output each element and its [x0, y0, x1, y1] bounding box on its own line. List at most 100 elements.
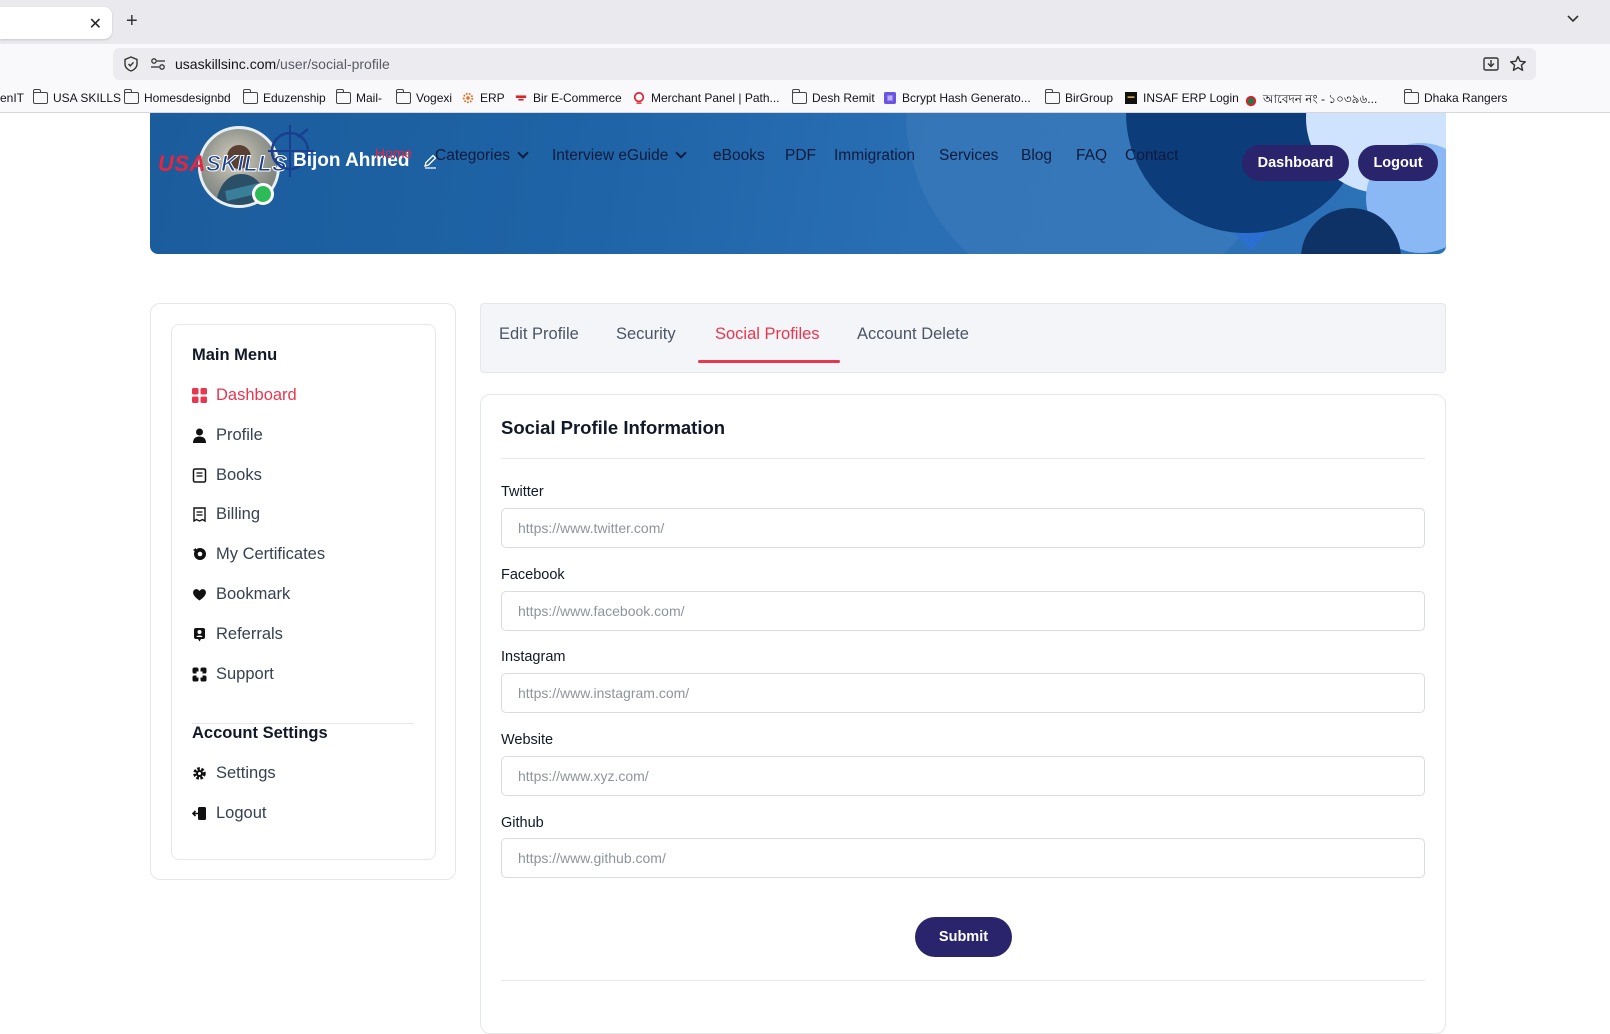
- chevron-down-icon: [675, 147, 687, 159]
- bookmark-item[interactable]: Bcrypt Hash Generato...: [883, 91, 1031, 105]
- sidebar-menu: Main Menu Dashboard Profile Books Billin…: [171, 324, 436, 860]
- bookmark-item[interactable]: Bir E-Commerce: [514, 91, 622, 105]
- bookmark-item[interactable]: INSAF ERP Login: [1124, 91, 1239, 105]
- sidebar-item-support[interactable]: Support: [192, 665, 274, 684]
- logo-usa-text: USA: [158, 151, 206, 176]
- nav-immigration[interactable]: Immigration: [834, 147, 915, 165]
- bookmark-label: Merchant Panel | Path...: [651, 91, 780, 105]
- new-tab-icon[interactable]: +: [126, 10, 138, 33]
- sidebar-item-settings[interactable]: Settings: [192, 764, 276, 783]
- url-text[interactable]: usaskillsinc.com/user/social-profile: [175, 56, 390, 72]
- website-field[interactable]: [501, 756, 1425, 796]
- nav-home[interactable]: Home: [375, 145, 412, 161]
- instagram-label: Instagram: [501, 649, 566, 665]
- nav-interview-eguide[interactable]: Interview eGuide: [552, 147, 687, 165]
- bookmark-label: Desh Remit: [812, 91, 875, 105]
- shield-icon[interactable]: [123, 56, 139, 72]
- bcrypt-favicon-icon: [884, 92, 896, 104]
- bookmark-label: Dhaka Rangers: [1424, 91, 1508, 105]
- nav-blog[interactable]: Blog: [1021, 147, 1052, 165]
- submit-button[interactable]: Submit: [915, 917, 1012, 957]
- bookmarks-bar: enIT USA SKILLS Homesdesignbd Eduzenship…: [0, 84, 1610, 113]
- sidebar-item-referrals[interactable]: Referrals: [192, 625, 283, 644]
- bookmark-label: আবেদন নং - ১০৩৯৬...: [1263, 92, 1378, 106]
- twitter-field[interactable]: [501, 508, 1425, 548]
- folder-icon: [1404, 89, 1419, 104]
- sidebar-item-billing[interactable]: Billing: [192, 505, 260, 524]
- verified-badge-icon: [252, 183, 274, 205]
- permissions-icon[interactable]: [150, 57, 166, 71]
- bookmark-label: Homesdesignbd: [144, 91, 231, 105]
- nav-pdf[interactable]: PDF: [785, 147, 816, 165]
- nav-categories-label: Categories: [435, 147, 510, 164]
- bookmark-label: ERP: [480, 91, 505, 105]
- address-bar[interactable]: usaskillsinc.com/user/social-profile: [113, 48, 1536, 80]
- nav-ebooks[interactable]: eBooks: [713, 147, 765, 165]
- bookmark-item[interactable]: Desh Remit: [792, 89, 875, 105]
- nav-categories[interactable]: Categories: [435, 147, 529, 165]
- nav-services[interactable]: Services: [939, 147, 998, 165]
- bookmark-item[interactable]: Vogexi: [396, 89, 452, 105]
- facebook-field[interactable]: [501, 591, 1425, 631]
- url-domain: usaskillsinc.com: [175, 56, 277, 72]
- sidebar-item-bookmark[interactable]: Bookmark: [192, 585, 290, 604]
- bookmark-item[interactable]: Mail-: [336, 89, 382, 105]
- star-icon[interactable]: [1508, 54, 1528, 74]
- footer-divider: [501, 980, 1425, 981]
- profile-tabs: Edit Profile Security Social Profiles Ac…: [480, 303, 1446, 373]
- tab-edit-profile[interactable]: Edit Profile: [499, 325, 579, 344]
- bookmark-item[interactable]: আবেদন নং - ১০৩৯৬...: [1244, 91, 1377, 111]
- bookmark-item[interactable]: Merchant Panel | Path...: [632, 91, 780, 105]
- tab-security[interactable]: Security: [616, 325, 676, 344]
- nav-contact[interactable]: Contact: [1125, 147, 1178, 165]
- support-icon: [192, 667, 207, 682]
- tab-social-profiles[interactable]: Social Profiles: [715, 325, 820, 344]
- sidebar-item-logout[interactable]: Logout: [192, 804, 266, 823]
- bookmark-item[interactable]: Homesdesignbd: [124, 89, 231, 105]
- website-label: Website: [501, 732, 554, 748]
- form-title: Social Profile Information: [501, 417, 726, 438]
- bookmark-item[interactable]: BirGroup: [1045, 89, 1114, 105]
- github-field[interactable]: [501, 838, 1425, 878]
- sidebar-item-label: Support: [216, 665, 274, 683]
- bookmark-label: BirGroup: [1065, 91, 1114, 105]
- instagram-field[interactable]: [501, 673, 1425, 713]
- sidebar-item-profile[interactable]: Profile: [192, 426, 263, 445]
- sidebar-item-certificates[interactable]: My Certificates: [192, 545, 325, 564]
- browser-toolbar: usaskillsinc.com/user/social-profile: [0, 44, 1610, 84]
- active-tab-indicator: [698, 360, 840, 363]
- logout-button[interactable]: Logout: [1358, 145, 1438, 181]
- bookmark-item[interactable]: Dhaka Rangers: [1404, 89, 1508, 105]
- sidebar-item-label: Billing: [216, 505, 261, 523]
- browser-tabstrip: ✕ +: [0, 0, 1610, 44]
- gear-icon: [193, 767, 206, 780]
- user-icon: [193, 428, 206, 443]
- chevron-down-icon[interactable]: [1566, 12, 1580, 26]
- sidebar-item-dashboard[interactable]: Dashboard: [192, 386, 297, 405]
- bookmark-item[interactable]: USA SKILLS: [33, 89, 122, 105]
- folder-icon: [1045, 89, 1060, 104]
- heart-icon: [193, 589, 206, 601]
- url-path: /user/social-profile: [276, 56, 390, 72]
- bookmark-label: USA SKILLS: [53, 91, 122, 105]
- close-tab-icon[interactable]: ✕: [89, 14, 102, 34]
- bookmark-item[interactable]: ERP: [461, 91, 505, 105]
- nav-interview-label: Interview eGuide: [552, 147, 669, 164]
- bookmark-item[interactable]: Eduzenship: [243, 89, 326, 105]
- dashboard-button[interactable]: Dashboard: [1242, 145, 1349, 181]
- sidebar-item-label: Logout: [216, 804, 267, 822]
- sidebar-item-label: Referrals: [216, 625, 283, 643]
- browser-tab[interactable]: ✕: [0, 7, 112, 39]
- site-header: USASKILLS Bijon Ahmed Home Categories In…: [150, 113, 1446, 254]
- twitter-label: Twitter: [501, 484, 544, 500]
- tab-account-delete[interactable]: Account Delete: [857, 325, 969, 344]
- chevron-down-icon: [517, 147, 529, 159]
- folder-icon: [336, 89, 351, 104]
- folder-icon: [33, 89, 48, 104]
- bookmark-label: Mail-: [356, 91, 382, 105]
- sidebar-item-books[interactable]: Books: [192, 466, 262, 485]
- bookmark-item[interactable]: enIT: [0, 91, 24, 105]
- nav-faq[interactable]: FAQ: [1076, 147, 1107, 165]
- insaf-favicon-icon: [1125, 92, 1137, 104]
- save-to-pocket-icon[interactable]: [1482, 55, 1500, 73]
